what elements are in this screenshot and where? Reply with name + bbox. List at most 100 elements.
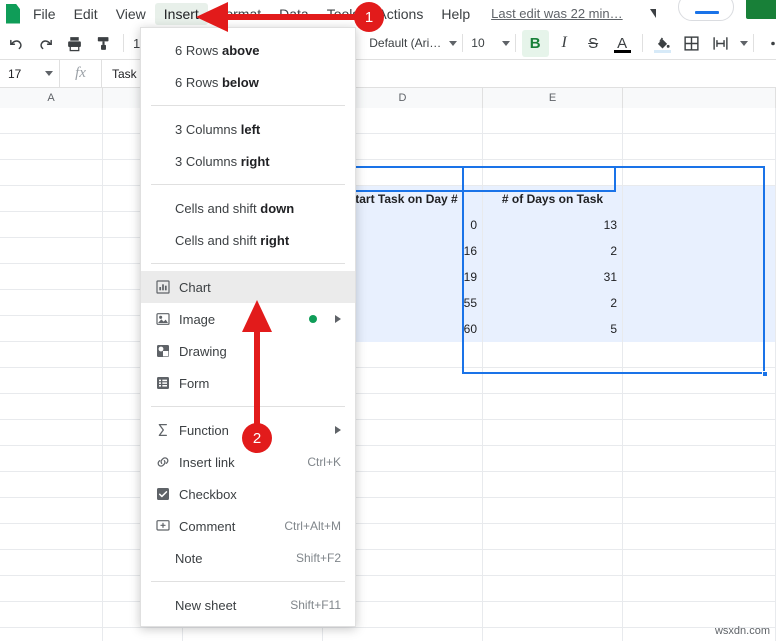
grid-cell[interactable] — [483, 602, 623, 628]
grid-cell[interactable]: 5 — [483, 316, 623, 342]
grid-cell[interactable] — [483, 108, 623, 134]
borders-icon[interactable] — [678, 30, 705, 57]
grid-cell[interactable] — [623, 446, 776, 472]
grid-cell[interactable] — [0, 576, 103, 602]
grid-cell[interactable] — [0, 264, 103, 290]
text-color-button[interactable]: A — [609, 30, 636, 57]
grid-cell[interactable] — [623, 420, 776, 446]
grid-cell[interactable] — [483, 576, 623, 602]
more-options-icon[interactable] — [760, 30, 776, 57]
paint-format-icon[interactable] — [90, 30, 117, 57]
grid-cell[interactable] — [0, 472, 103, 498]
redo-icon[interactable] — [32, 30, 59, 57]
merge-caret-icon[interactable] — [739, 40, 748, 46]
italic-button[interactable]: I — [551, 30, 578, 57]
grid-cell[interactable] — [483, 394, 623, 420]
column-header-A[interactable]: A — [0, 88, 103, 108]
grid-cell[interactable]: 13 — [483, 212, 623, 238]
menu-item-6-rows-above[interactable]: 6 Rows above — [141, 34, 355, 66]
grid-cell[interactable] — [0, 186, 103, 212]
grid-cell[interactable]: 2 — [483, 238, 623, 264]
grid-cell[interactable] — [623, 160, 776, 186]
menu-item-3-columns-left[interactable]: 3 Columns left — [141, 113, 355, 145]
grid-cell[interactable] — [623, 290, 776, 316]
grid-cell[interactable] — [623, 524, 776, 550]
grid-cell[interactable] — [483, 628, 623, 641]
grid-cell[interactable] — [483, 160, 623, 186]
grid-cell[interactable] — [623, 186, 776, 212]
menu-item-3-columns-right[interactable]: 3 Columns right — [141, 145, 355, 177]
grid-cell[interactable] — [483, 550, 623, 576]
merge-cells-icon[interactable] — [707, 30, 734, 57]
menu-item-cells-and-shift-down[interactable]: Cells and shift down — [141, 192, 355, 224]
grid-cell[interactable] — [0, 342, 103, 368]
name-box[interactable]: 17 — [0, 60, 60, 87]
grid-cell[interactable] — [0, 160, 103, 186]
bold-button[interactable]: B — [521, 29, 549, 57]
share-button[interactable] — [746, 0, 776, 19]
menu-help[interactable]: Help — [432, 3, 479, 25]
grid-cell[interactable] — [623, 550, 776, 576]
grid-cell[interactable] — [0, 446, 103, 472]
print-icon[interactable] — [61, 30, 88, 57]
menu-item-drawing[interactable]: Drawing — [141, 335, 355, 367]
grid-cell[interactable] — [0, 134, 103, 160]
grid-cell[interactable] — [0, 238, 103, 264]
grid-cell[interactable] — [0, 628, 103, 641]
grid-cell[interactable] — [623, 368, 776, 394]
grid-cell[interactable] — [623, 108, 776, 134]
column-header-col5[interactable] — [623, 88, 776, 108]
menu-item-image[interactable]: Image — [141, 303, 355, 335]
grid-cell[interactable] — [623, 576, 776, 602]
menu-item-chart[interactable]: Chart — [141, 271, 355, 303]
grid-cell[interactable] — [623, 212, 776, 238]
grid-cell[interactable] — [623, 342, 776, 368]
grid-cell[interactable] — [623, 394, 776, 420]
grid-cell[interactable] — [483, 524, 623, 550]
font-size-caret-icon[interactable] — [501, 40, 510, 46]
grid-cell[interactable] — [0, 108, 103, 134]
grid-cell[interactable] — [623, 134, 776, 160]
menu-item-comment[interactable]: Comment Ctrl+Alt+M — [141, 510, 355, 542]
menu-item-new-sheet[interactable]: New sheet Shift+F11 — [141, 589, 355, 621]
grid-cell[interactable] — [0, 212, 103, 238]
menu-item-6-rows-below[interactable]: 6 Rows below — [141, 66, 355, 98]
grid-cell[interactable] — [0, 550, 103, 576]
grid-cell[interactable] — [323, 628, 483, 641]
undo-icon[interactable] — [3, 30, 30, 57]
selection-fill-handle[interactable] — [762, 371, 768, 377]
menu-insert[interactable]: Insert — [154, 2, 208, 25]
grid-cell[interactable] — [483, 134, 623, 160]
history-caret-icon[interactable] — [650, 9, 656, 18]
menu-item-insert-link[interactable]: Insert link Ctrl+K — [141, 446, 355, 478]
menu-data[interactable]: Data — [270, 3, 318, 25]
grid-cell[interactable] — [103, 628, 183, 641]
menu-item-checkbox[interactable]: Checkbox — [141, 478, 355, 510]
fill-color-icon[interactable] — [649, 30, 676, 57]
grid-cell[interactable] — [623, 264, 776, 290]
grid-cell[interactable] — [0, 602, 103, 628]
grid-cell[interactable] — [483, 420, 623, 446]
menu-file[interactable]: File — [24, 3, 65, 25]
grid-cell[interactable]: 2 — [483, 290, 623, 316]
grid-cell[interactable] — [483, 342, 623, 368]
grid-cell[interactable] — [623, 472, 776, 498]
grid-cell[interactable] — [0, 290, 103, 316]
column-header-E[interactable]: E — [483, 88, 623, 108]
name-box-caret-icon[interactable] — [45, 71, 53, 76]
font-size-value[interactable]: 10 — [468, 36, 487, 50]
present-button[interactable] — [678, 0, 734, 21]
menu-edit[interactable]: Edit — [65, 3, 107, 25]
menu-format[interactable]: Format — [208, 3, 270, 25]
grid-cell[interactable] — [623, 238, 776, 264]
grid-cell[interactable] — [0, 368, 103, 394]
strikethrough-button[interactable]: S — [580, 30, 607, 57]
grid-cell[interactable] — [623, 498, 776, 524]
menu-view[interactable]: View — [107, 3, 155, 25]
formula-input[interactable]: Task — [102, 67, 137, 81]
grid-cell[interactable] — [483, 368, 623, 394]
grid-cell[interactable] — [483, 446, 623, 472]
font-family-caret-icon[interactable] — [449, 40, 458, 46]
last-edit-link[interactable]: Last edit was 22 min… — [491, 6, 623, 21]
menu-item-cells-and-shift-right[interactable]: Cells and shift right — [141, 224, 355, 256]
